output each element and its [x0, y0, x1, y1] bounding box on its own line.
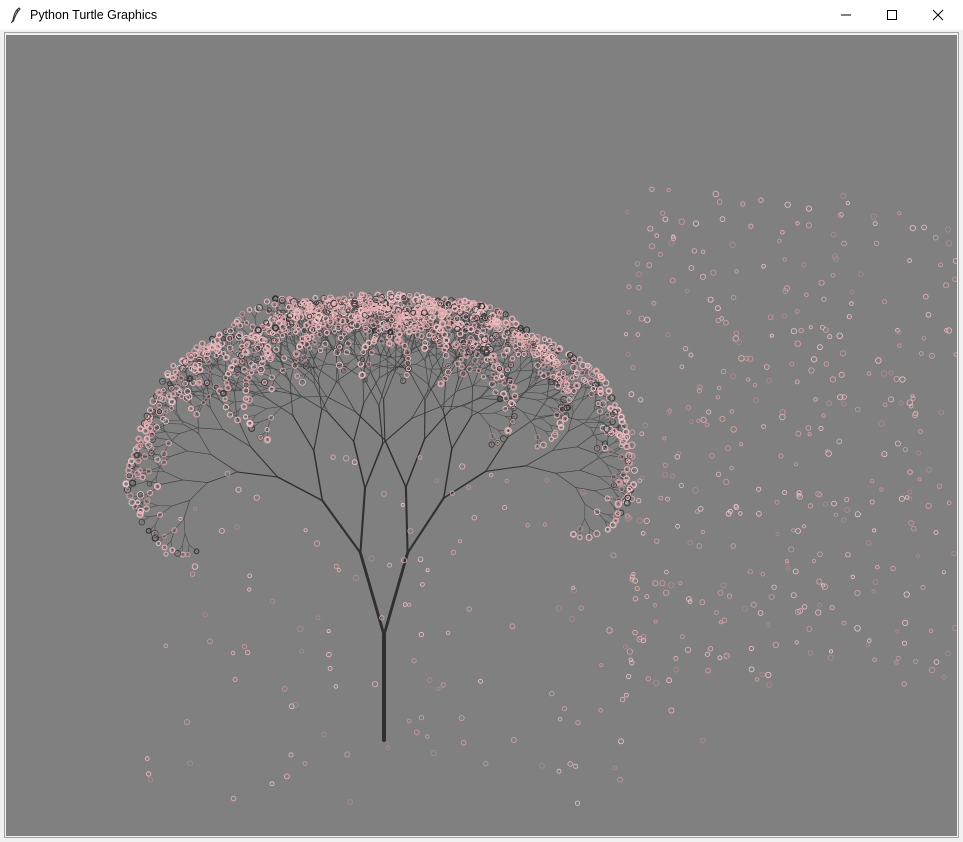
close-button[interactable] — [915, 0, 961, 30]
title-bar[interactable]: Python Turtle Graphics — [0, 0, 963, 30]
maximize-button[interactable] — [869, 0, 915, 30]
minimize-icon — [841, 14, 851, 16]
tree-blossoms — [122, 290, 638, 558]
cherry-tree-drawing — [122, 186, 957, 806]
minimize-button[interactable] — [823, 0, 869, 30]
turtle-window: Python Turtle Graphics — [0, 0, 963, 842]
feather-pen-icon — [8, 7, 24, 23]
window-controls — [823, 0, 961, 30]
close-icon — [932, 9, 944, 21]
maximize-icon — [887, 10, 897, 20]
window-title: Python Turtle Graphics — [30, 8, 158, 22]
fallen-petals — [144, 186, 957, 806]
turtle-canvas[interactable] — [6, 35, 957, 836]
